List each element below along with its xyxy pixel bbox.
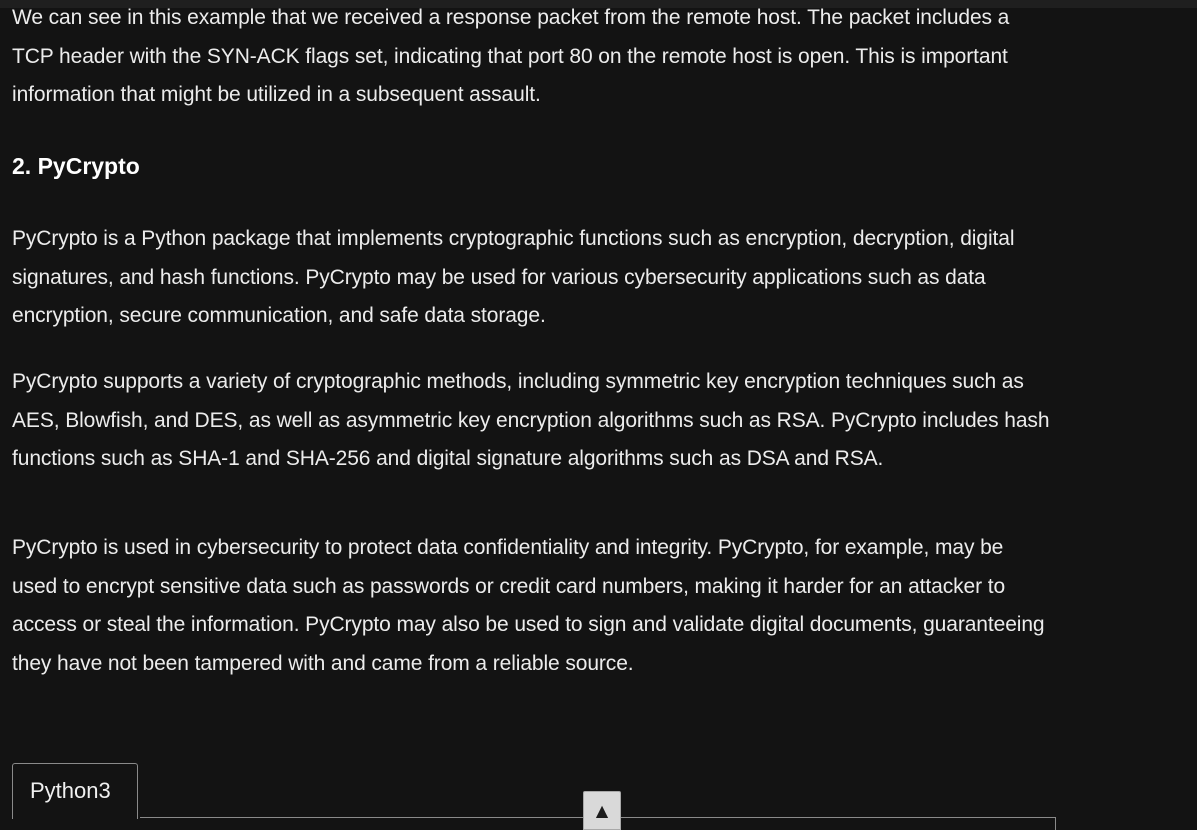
paragraph-pycrypto-intro: PyCrypto is a Python package that implem… bbox=[12, 227, 1015, 327]
code-block-tabs: Python3 bbox=[12, 763, 1056, 830]
scroll-to-top-button[interactable]: ▲ bbox=[583, 791, 621, 830]
paragraph-pycrypto-methods: PyCrypto supports a variety of cryptogra… bbox=[12, 370, 1050, 470]
paragraph-response-packet: We can see in this example that we recei… bbox=[12, 6, 1010, 106]
section-heading: 2. PyCrypto bbox=[12, 153, 140, 179]
paragraph-pycrypto-usage: PyCrypto is used in cybersecurity to pro… bbox=[12, 536, 1045, 675]
triangle-up-icon: ▲ bbox=[595, 801, 609, 820]
tab-python3[interactable]: Python3 bbox=[12, 763, 138, 819]
code-block-border-right bbox=[1055, 817, 1056, 830]
